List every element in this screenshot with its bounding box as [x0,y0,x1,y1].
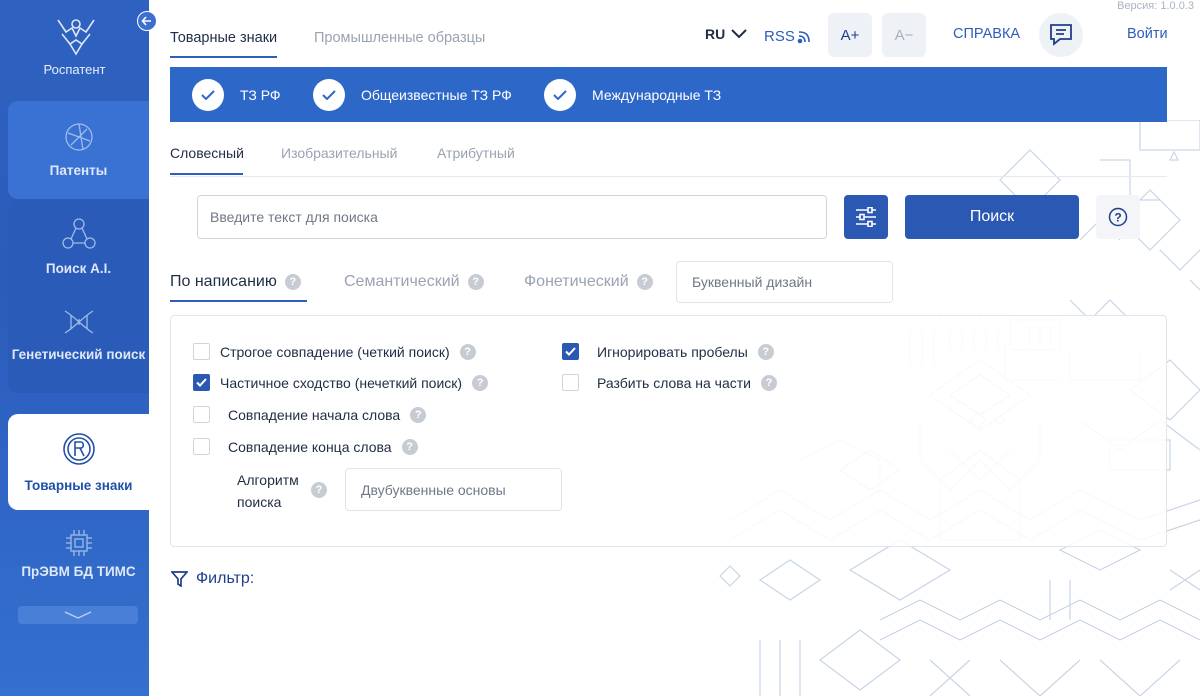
sidebar-item-software-db[interactable]: ПрЭВМ БД ТИМС [8,522,149,602]
letter-design-input[interactable]: Буквенный дизайн [676,261,893,303]
tab-attribute[interactable]: Атрибутный [437,145,515,161]
option-label: Совпадение начала слова [228,406,401,423]
mode-label: Фонетический [524,273,629,290]
checkbox[interactable] [562,374,579,391]
algorithm-label: Алгоритм поиска [237,472,299,510]
font-decrease-button[interactable]: A− [882,13,926,57]
help-link[interactable]: СПРАВКА [953,26,1020,42]
database-toggle-tz-rf[interactable]: ТЗ РФ [192,79,281,111]
database-label: Общеизвестные ТЗ РФ [361,87,512,103]
language-label: RU [705,26,726,42]
language-selector[interactable]: RU [705,26,747,42]
sidebar-item-label: ПрЭВМ БД ТИМС [21,564,136,579]
option-ignore-spaces[interactable]: Игнорировать пробелы ? [562,343,774,360]
sidebar-item-genetic-search[interactable]: Генетический поиск [8,295,149,393]
sidebar-item-label: Генетический поиск [11,347,146,362]
checkbox[interactable] [193,438,210,455]
checkbox[interactable] [193,406,210,423]
database-toggle-international[interactable]: Международные ТЗ [544,79,721,111]
database-bar: ТЗ РФ Общеизвестные ТЗ РФ Международные … [170,67,1167,122]
option-split-words[interactable]: Разбить слова на части ? [562,374,777,391]
option-label: Разбить слова на части [597,374,751,391]
tab-semantic[interactable]: Семантический ? [344,273,484,291]
option-label: Частичное сходство (нечеткий поиск) [220,374,463,391]
option-word-end[interactable]: Совпадение конца слова ? [193,438,418,455]
option-partial-match[interactable]: Частичное сходство (нечеткий поиск) ? [193,374,489,391]
eagle-emblem-icon [57,19,95,56]
rospatent-logo[interactable]: Роспатент [0,0,149,100]
checkbox[interactable] [193,343,210,360]
logo-label: Роспатент [43,62,106,77]
database-toggle-well-known[interactable]: Общеизвестные ТЗ РФ [313,79,512,111]
search-settings-button[interactable] [844,195,888,239]
login-link[interactable]: Войти [1127,26,1168,42]
option-label: Игнорировать пробелы [597,343,748,360]
tab-phonetic[interactable]: Фонетический ? [524,273,653,291]
sidebar-item-label: Товарные знаки [24,478,133,493]
help-icon[interactable]: ? [636,274,653,290]
globe-network-icon [64,123,93,151]
option-strict-match[interactable]: Строгое совпадение (четкий поиск) ? [193,343,476,360]
help-icon[interactable]: ? [311,482,327,498]
checkbox[interactable] [193,374,210,391]
tab-by-spelling[interactable]: По написанию ? [170,273,307,302]
rss-link[interactable]: RSS [764,28,811,45]
help-icon[interactable]: ? [284,274,301,290]
sidebar: Роспатент Патенты Поиск A.I. Генетически… [0,0,149,696]
help-icon[interactable]: ? [472,374,489,391]
tab-trademarks[interactable]: Товарные знаки [170,30,278,58]
version-label: Версия: 1.0.0.3 [1117,0,1194,12]
divider [170,176,1167,177]
help-icon[interactable]: ? [761,374,777,391]
sidebar-item-ai-search[interactable]: Поиск A.I. [8,199,149,295]
option-word-start[interactable]: Совпадение начала слова ? [193,406,427,423]
checkbox[interactable] [562,343,579,360]
sidebar-item-label: Поиск A.I. [45,261,112,276]
help-icon[interactable]: ? [757,343,774,360]
check-icon [544,79,576,111]
help-icon[interactable]: ? [410,406,427,423]
sidebar-item-label: Патенты [49,163,108,178]
arrow-left-icon [141,16,151,26]
rss-icon [797,30,810,43]
search-input[interactable] [197,195,827,239]
sidebar-item-patents[interactable]: Патенты [8,101,149,199]
tab-verbal[interactable]: Словесный [170,145,244,175]
filter-toggle[interactable]: Фильтр: [171,570,254,588]
chat-icon [1050,24,1072,46]
option-label: Совпадение конца слова [228,438,392,455]
help-icon[interactable]: ? [401,438,418,455]
search-button[interactable]: Поиск [905,195,1079,239]
algorithm-select[interactable]: Двубуквенные основы [345,468,562,511]
chevron-down-icon [731,29,747,39]
sidebar-expand-button[interactable] [18,606,138,624]
sidebar-item-trademarks[interactable]: Товарные знаки [8,414,149,510]
filter-label: Фильтр: [196,570,255,587]
chevron-down-icon [64,611,92,619]
tab-figurative[interactable]: Изобразительный [281,145,397,161]
svg-text:?: ? [1114,211,1121,225]
mode-label: Семантический [344,273,460,290]
rss-label: RSS [764,28,795,45]
check-icon [313,79,345,111]
registered-trademark-icon [62,433,95,465]
mode-label: По написанию [170,273,277,290]
search-help-button[interactable]: ? [1096,195,1140,239]
collapse-sidebar-button[interactable] [137,11,157,31]
database-label: ТЗ РФ [240,87,281,103]
dna-icon [64,310,93,334]
ai-nodes-icon [61,218,96,249]
help-icon[interactable]: ? [467,274,484,290]
check-icon [192,79,224,111]
tab-industrial-designs[interactable]: Промышленные образцы [314,30,485,46]
funnel-icon [171,571,188,587]
chat-button[interactable] [1039,13,1083,57]
question-circle-icon: ? [1108,207,1128,227]
chip-icon [65,530,92,556]
sliders-icon [856,207,876,227]
font-increase-button[interactable]: A+ [828,13,872,57]
database-label: Международные ТЗ [592,87,722,103]
help-icon[interactable]: ? [459,343,476,360]
option-label: Строгое совпадение (четкий поиск) [220,343,450,360]
